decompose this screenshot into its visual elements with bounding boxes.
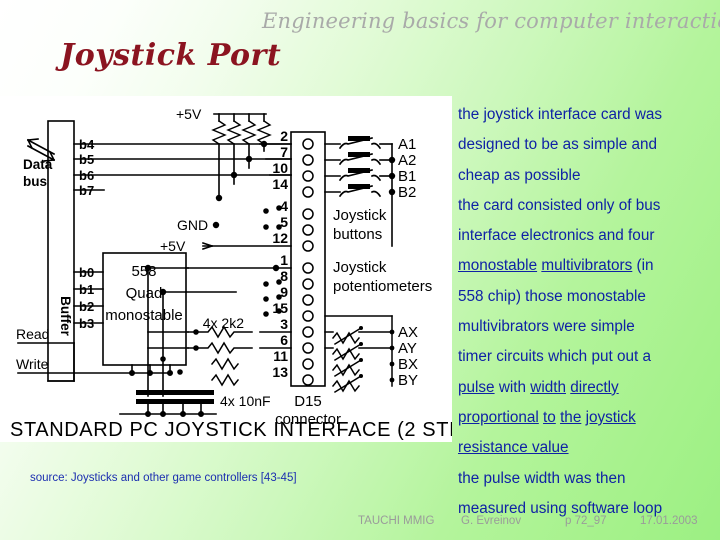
pin-number: 13: [272, 364, 288, 380]
pin-number: 15: [272, 300, 288, 316]
circuit-diagram-figure: Data bus Buffer b4 b5 b6 b7 b0 b1 b2 b3 …: [0, 96, 452, 442]
body-text-fragment: (in: [636, 257, 654, 275]
label-ic-558: 558: [131, 263, 156, 280]
link-multivibrators[interactable]: multivibrators: [541, 257, 632, 274]
label-buffer: Buffer: [58, 296, 73, 336]
connector-pin-numbers: 2 7 10 14 4 5 12 1 8 9 15 3 6 11 13: [272, 128, 288, 380]
body-line: multivibrators were simple: [458, 318, 635, 336]
label-supply-top: +5V: [176, 106, 202, 122]
label-joystick-pots-1: Joystick: [333, 259, 387, 276]
pin-number: 12: [272, 230, 288, 246]
label-bit-b0: b0: [79, 265, 94, 280]
signal-ay: AY: [398, 340, 417, 357]
label-bit-b4: b4: [79, 137, 95, 152]
button-signal-labels: A1 A2 B1 B2: [398, 136, 416, 201]
label-capacitor-bank: 4x 10nF: [220, 393, 271, 409]
signal-b1: B1: [398, 168, 416, 185]
d15-connector-block: [290, 131, 326, 387]
label-joystick-pots-2: potentiometers: [333, 278, 432, 295]
signal-ax: AX: [398, 324, 418, 341]
body-line: the joystick interface card was: [458, 106, 663, 123]
body-line: interface electronics and four: [458, 227, 655, 245]
label-bit-b6: b6: [79, 168, 94, 183]
pin-number: 1: [280, 252, 288, 268]
body-text-column: the joystick interface card was designed…: [458, 100, 714, 524]
pin-number: 2: [280, 128, 288, 144]
body-text-fragment: with: [498, 378, 527, 396]
pin-number: 5: [280, 214, 288, 230]
link-pulse[interactable]: pulse: [458, 379, 495, 396]
label-read: Read: [16, 326, 49, 342]
slide-footer: TAUCHI MMIG G. Evreinov p 72_97 17.01.20…: [0, 515, 720, 531]
label-bit-b3: b3: [79, 316, 94, 331]
body-line-underlined: proportional to the joystick: [458, 403, 714, 433]
link-monostable[interactable]: monostable: [458, 257, 537, 274]
signal-b2: B2: [398, 184, 416, 201]
label-bit-b5: b5: [79, 152, 94, 167]
label-ic-quad: Quad: [126, 285, 163, 302]
pin-number: 14: [272, 176, 288, 192]
signal-bx: BX: [398, 356, 418, 373]
label-resistor-bank: 4x 2k2: [203, 315, 244, 331]
page-title: Joystick Port: [60, 38, 282, 73]
footer-organization: TAUCHI MMIG: [358, 515, 435, 527]
body-line: the card consisted only of bus: [458, 196, 661, 214]
label-gnd: GND: [177, 217, 208, 233]
signal-a1: A1: [398, 136, 416, 153]
label-bit-b2: b2: [79, 299, 94, 314]
link-resistance-value[interactable]: resistance value: [458, 439, 569, 456]
footer-author: G. Evreinov: [461, 515, 522, 527]
series-resistors: [187, 325, 253, 387]
link-directly[interactable]: directly: [570, 379, 618, 396]
body-line: 558 chip) those monostable: [458, 287, 646, 305]
pullup-resistors: [211, 120, 272, 145]
label-bit-b1: b1: [79, 282, 94, 297]
link-to[interactable]: to: [543, 409, 556, 426]
pin-number: 7: [280, 144, 288, 160]
label-write: Write: [16, 356, 49, 372]
body-line: the pulse width was then: [458, 469, 626, 487]
body-line-underlined: pulse with width directly: [458, 373, 714, 403]
pin-number: 8: [280, 268, 288, 284]
joystick-potentiometers-symbols: [324, 315, 395, 394]
figure-caption: STANDARD PC JOYSTICK INTERFACE (2 STICKS…: [10, 419, 452, 441]
connector-pin-circles: [302, 138, 314, 386]
label-ic-monostable: monostable: [105, 307, 183, 324]
signal-a2: A2: [398, 152, 416, 169]
pin-number: 3: [280, 316, 288, 332]
label-bit-b7: b7: [79, 183, 94, 198]
capacitor-bank: [136, 390, 214, 404]
pot-signal-labels: AX AY BX BY: [398, 324, 418, 389]
body-line: cheap as possible: [458, 166, 581, 184]
footer-page-number: p 72_97: [565, 515, 607, 527]
pin-number: 10: [272, 160, 288, 176]
slide-canvas: Engineering basics for computer interact…: [0, 0, 720, 540]
label-joystick-buttons-1: Joystick: [333, 207, 387, 224]
pin-number: 11: [273, 348, 288, 364]
body-line-underlined: monostable multivibrators (in: [458, 251, 714, 281]
body-line: timer circuits which put out a: [458, 348, 651, 366]
link-the[interactable]: the: [560, 409, 581, 426]
slide-subtitle: Engineering basics for computer interact…: [262, 9, 720, 33]
source-citation: source: Joysticks and other game control…: [30, 472, 297, 484]
label-data-bus-1: Data: [23, 157, 53, 172]
body-line: designed to be as simple and: [458, 136, 657, 154]
link-width[interactable]: width: [530, 379, 566, 396]
pin-number: 6: [280, 332, 288, 348]
signal-by: BY: [398, 372, 418, 389]
label-joystick-buttons-2: buttons: [333, 226, 382, 243]
footer-date: 17.01.2003: [640, 515, 698, 527]
pin-number: 9: [280, 284, 288, 300]
label-d15: D15: [294, 393, 322, 410]
body-line-underlined: resistance value: [458, 433, 714, 463]
circuit-diagram-svg: Data bus Buffer b4 b5 b6 b7 b0 b1 b2 b3 …: [10, 106, 452, 441]
label-data-bus-2: bus: [23, 174, 47, 189]
link-joystick[interactable]: joystick: [586, 409, 636, 426]
pin-number: 4: [280, 198, 288, 214]
label-supply-mid: +5V: [160, 238, 186, 254]
link-proportional[interactable]: proportional: [458, 409, 539, 426]
